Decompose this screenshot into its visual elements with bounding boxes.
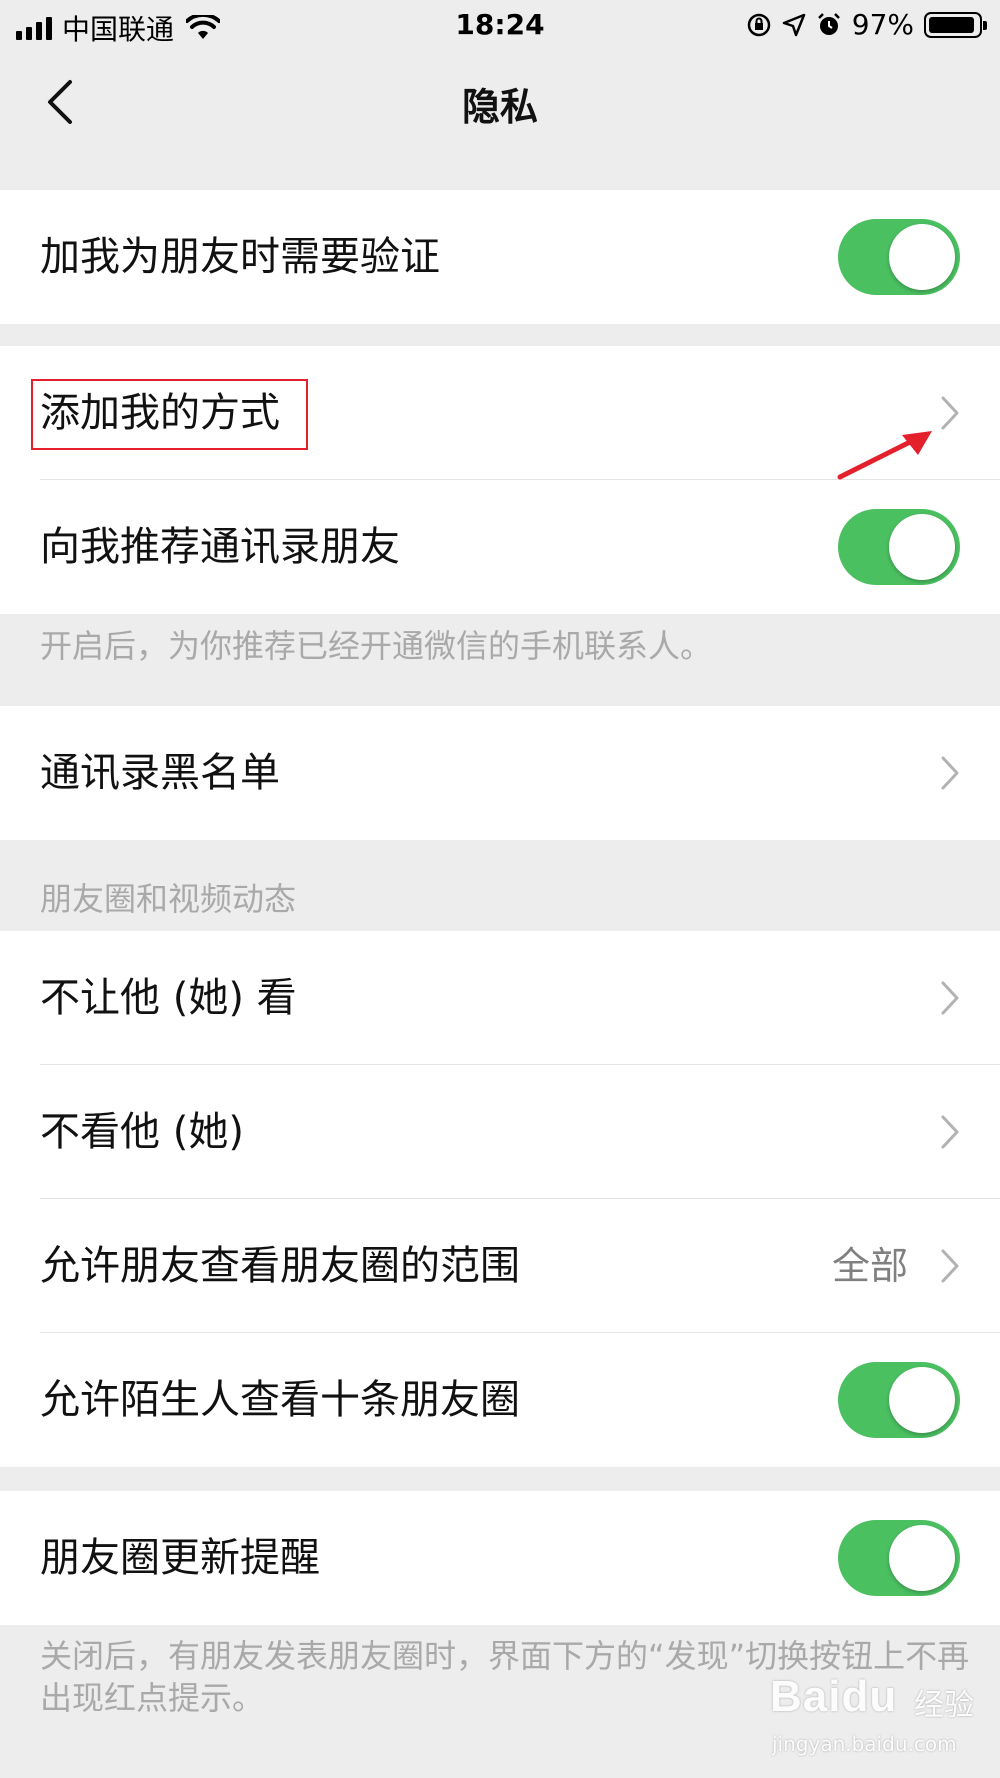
chevron-right-icon — [941, 756, 959, 790]
red-arrow-annotation — [837, 431, 932, 480]
row-moments-update-reminder: 朋友圈更新提醒 — [0, 1491, 1000, 1625]
row-strangers-view-ten-posts: 允许陌生人查看十条朋友圈 — [0, 1333, 1000, 1467]
row-label: 通讯录黑名单 — [40, 750, 280, 796]
alarm-icon — [817, 12, 840, 35]
row-label: 允许陌生人查看十条朋友圈 — [40, 1377, 520, 1423]
row-hide-my-posts[interactable]: 不让他 (她) 看 — [0, 931, 1000, 1065]
toggle-knob — [889, 224, 955, 290]
row-label: 允许朋友查看朋友圈的范围 — [40, 1243, 520, 1289]
baidu-watermark: Baidu 经验 jingyan.baidu.com — [764, 1672, 988, 1762]
toggle-knob — [889, 1525, 955, 1591]
row-label: 向我推荐通讯录朋友 — [40, 524, 400, 570]
row-label: 不让他 (她) 看 — [40, 975, 297, 1021]
settings-group-update-reminder: 朋友圈更新提醒 — [0, 1491, 1000, 1625]
chevron-right-icon — [941, 1249, 959, 1283]
navigation-bar: 隐私 — [0, 50, 1000, 154]
recommend-contacts-caption: 开启后，为你推荐已经开通微信的手机联系人。 — [40, 627, 713, 665]
location-icon — [782, 13, 806, 36]
row-hide-their-posts[interactable]: 不看他 (她) — [0, 1065, 1000, 1199]
highlight-box — [31, 379, 308, 450]
row-recommend-contacts: 向我推荐通讯录朋友 — [0, 480, 1000, 614]
page-title: 隐私 — [461, 85, 538, 129]
chevron-right-icon — [941, 396, 959, 430]
watermark-url: jingyan.baidu.com — [772, 1732, 957, 1756]
watermark-brand: Baidu — [770, 1672, 898, 1721]
toggle-knob — [889, 514, 955, 580]
orientation-lock-icon — [747, 13, 771, 36]
settings-group-verify: 加我为朋友时需要验证 — [0, 190, 1000, 324]
friend-verification-toggle[interactable] — [838, 219, 960, 295]
row-contacts-blacklist[interactable]: 通讯录黑名单 — [0, 706, 1000, 840]
status-right: 97% — [746, 8, 987, 41]
row-friend-verification: 加我为朋友时需要验证 — [0, 190, 1000, 324]
battery-percent: 97% — [851, 8, 914, 41]
settings-group-blacklist: 通讯录黑名单 — [0, 706, 1000, 840]
chevron-right-icon — [941, 1115, 959, 1149]
toggle-knob — [889, 1367, 955, 1433]
strangers-view-toggle[interactable] — [838, 1362, 960, 1438]
battery-icon — [924, 11, 987, 38]
chevron-right-icon — [941, 981, 959, 1015]
row-label: 朋友圈更新提醒 — [40, 1535, 320, 1581]
recommend-contacts-toggle[interactable] — [838, 509, 960, 585]
moments-section-header: 朋友圈和视频动态 — [40, 880, 297, 918]
update-reminder-toggle[interactable] — [838, 1520, 960, 1596]
watermark-sub: 经验 — [914, 1688, 974, 1723]
row-label: 加我为朋友时需要验证 — [40, 234, 440, 280]
row-label: 不看他 (她) — [40, 1109, 244, 1155]
visible-range-value: 全部 — [831, 1244, 908, 1288]
row-moments-visible-range[interactable]: 允许朋友查看朋友圈的范围 全部 — [0, 1199, 1000, 1333]
settings-group-moments: 不让他 (她) 看 不看他 (她) 允许朋友查看朋友圈的范围 全部 允许陌生人查… — [0, 931, 1000, 1467]
status-bar: 中国联通 18:24 97% — [0, 0, 1000, 50]
